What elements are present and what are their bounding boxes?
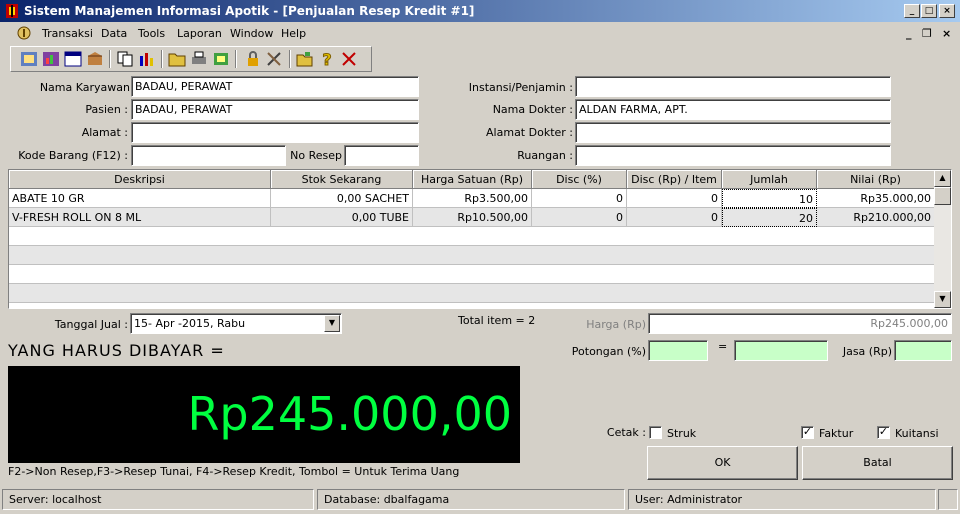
bayar-display: Rp245.000,00 [8, 366, 520, 463]
nama-karyawan-input[interactable]: BADAU, PERAWAT [131, 76, 419, 97]
col-disc-pct[interactable]: Disc (%) [532, 170, 627, 189]
col-deskripsi[interactable]: Deskripsi [9, 170, 271, 189]
tanggal-value: 15- Apr -2015, Rabu [134, 317, 246, 330]
instansi-label: Instansi/Penjamin : [468, 81, 573, 94]
cell-stok[interactable]: 0,00 SACHET [271, 189, 413, 208]
status-bar: Server: localhost Database: dbalfagama U… [0, 487, 960, 514]
potongan-input[interactable] [648, 340, 708, 361]
status-database: Database: dbalfagama [317, 489, 625, 510]
table-row-empty[interactable] [9, 227, 935, 246]
potongan-rp-input[interactable] [734, 340, 828, 361]
cetak-label: Cetak : [606, 426, 646, 439]
alamat-input[interactable] [131, 122, 419, 143]
struk-label: Struk [667, 427, 697, 440]
nama-dokter-label: Nama Dokter : [492, 103, 573, 116]
alamat-label: Alamat : [81, 126, 128, 139]
harga-field: Rp245.000,00 [648, 313, 952, 334]
scroll-up-icon[interactable]: ▲ [934, 170, 951, 187]
kuitansi-checkbox[interactable]: ✓ [877, 426, 890, 439]
harga-label: Harga (Rp) [586, 318, 646, 331]
nama-karyawan-label: Nama Karyawan [39, 81, 130, 94]
cell-stok[interactable]: 0,00 TUBE [271, 208, 413, 227]
cell-disc-rp[interactable]: 0 [627, 208, 722, 227]
table-row-empty[interactable] [9, 246, 935, 265]
scroll-down-icon[interactable]: ▼ [934, 291, 951, 308]
cell-disc-pct[interactable]: 0 [532, 208, 627, 227]
ok-button[interactable]: OK [647, 446, 798, 480]
potongan-label: Potongan (%) [571, 345, 646, 358]
cell-disc-rp[interactable]: 0 [627, 189, 722, 208]
cell-nilai[interactable]: Rp35.000,00 [817, 189, 935, 208]
equals-sign: = [718, 340, 728, 353]
shortcut-hint: F2->Non Resep,F3->Resep Tunai, F4->Resep… [8, 465, 460, 478]
tanggal-label: Tanggal Jual : [54, 318, 128, 331]
items-table[interactable]: Deskripsi Stok Sekarang Harga Satuan (Rp… [8, 169, 952, 309]
cell-deskripsi[interactable]: V-FRESH ROLL ON 8 ML [9, 208, 271, 227]
alamat-dokter-input[interactable] [575, 122, 891, 143]
no-resep-input[interactable] [344, 145, 419, 166]
batal-button[interactable]: Batal [802, 446, 953, 480]
jasa-input[interactable] [894, 340, 952, 361]
pasien-label: Pasien : [85, 103, 128, 116]
kode-barang-label: Kode Barang (F12) : [18, 149, 128, 162]
kode-barang-input[interactable] [131, 145, 286, 166]
pasien-input[interactable]: BADAU, PERAWAT [131, 99, 419, 120]
size-grip[interactable] [938, 489, 958, 510]
status-user: User: Administrator [628, 489, 936, 510]
dropdown-arrow-icon[interactable]: ▼ [324, 315, 340, 332]
kuitansi-label: Kuitansi [895, 427, 939, 440]
cell-deskripsi[interactable]: ABATE 10 GR [9, 189, 271, 208]
instansi-input[interactable] [575, 76, 891, 97]
ruangan-input[interactable] [575, 145, 891, 166]
table-row-empty[interactable] [9, 265, 935, 284]
nama-dokter-input[interactable]: ALDAN FARMA, APT. [575, 99, 891, 120]
jasa-label: Jasa (Rp) [842, 345, 892, 358]
table-row-empty[interactable] [9, 284, 935, 303]
table-scrollbar[interactable]: ▲ ▼ [934, 170, 951, 308]
bayar-label: YANG HARUS DIBAYAR = [8, 341, 225, 360]
tanggal-combo[interactable]: 15- Apr -2015, Rabu ▼ [130, 313, 342, 334]
scroll-thumb[interactable] [934, 187, 951, 205]
faktur-label: Faktur [819, 427, 854, 440]
faktur-checkbox[interactable]: ✓ [801, 426, 814, 439]
cell-harga-satuan[interactable]: Rp10.500,00 [413, 208, 532, 227]
col-harga-satuan[interactable]: Harga Satuan (Rp) [413, 170, 532, 189]
cell-nilai[interactable]: Rp210.000,00 [817, 208, 935, 227]
ruangan-label: Ruangan : [517, 149, 573, 162]
col-disc-rp[interactable]: Disc (Rp) / Item [627, 170, 722, 189]
col-nilai[interactable]: Nilai (Rp) [817, 170, 935, 189]
header-form: Nama Karyawan BADAU, PERAWAT Pasien : BA… [0, 0, 960, 170]
total-item: Total item = 2 [458, 314, 536, 327]
cell-harga-satuan[interactable]: Rp3.500,00 [413, 189, 532, 208]
alamat-dokter-label: Alamat Dokter : [486, 126, 573, 139]
no-resep-label: No Resep [290, 149, 342, 162]
col-stok[interactable]: Stok Sekarang [271, 170, 413, 189]
struk-checkbox[interactable] [649, 426, 662, 439]
cell-disc-pct[interactable]: 0 [532, 189, 627, 208]
col-jumlah[interactable]: Jumlah [722, 170, 817, 189]
cell-jumlah[interactable]: 20 [722, 208, 817, 227]
cell-jumlah[interactable]: 10 [722, 189, 817, 208]
status-server: Server: localhost [2, 489, 314, 510]
